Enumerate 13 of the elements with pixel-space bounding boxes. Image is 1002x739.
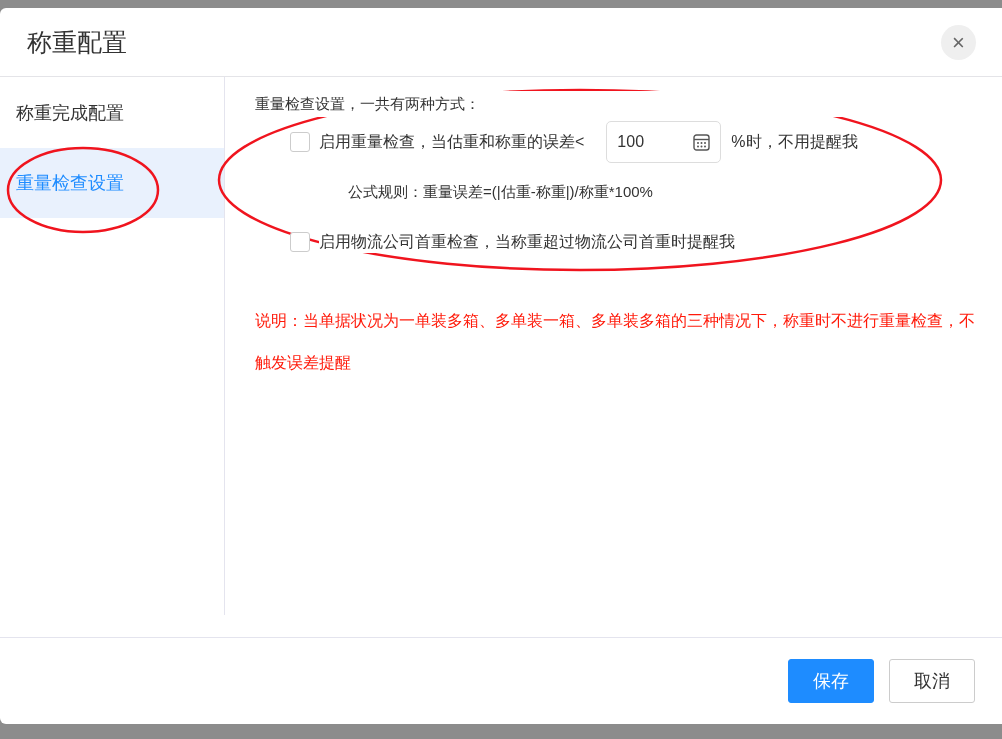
dialog-title: 称重配置	[27, 26, 127, 58]
formula-text: 公式规则：重量误差=(|估重-称重|)/称重*100%	[347, 182, 654, 202]
note-text: 说明：当单据状况为一单装多箱、多单装一箱、多单装多箱的三种情况下，称重时不进行重量检查，不触发误差提醒	[255, 311, 976, 373]
checkbox-label: 启用重量检查，当估重和称重的误差<	[319, 131, 585, 153]
unit-label: %时，不用提醒我	[731, 131, 858, 153]
checkbox[interactable]	[290, 132, 310, 152]
checkbox[interactable]	[290, 232, 310, 252]
checkbox-label: 启用物流公司首重检查，当称重超过物流公司首重时提醒我	[319, 231, 735, 253]
cancel-button[interactable]: 取消	[889, 659, 975, 703]
sidebar-item[interactable]: 称重完成配置	[0, 78, 224, 148]
close-button[interactable]: ×	[941, 24, 976, 60]
number-input[interactable]: 100	[606, 121, 722, 163]
calculator-icon	[693, 133, 711, 151]
